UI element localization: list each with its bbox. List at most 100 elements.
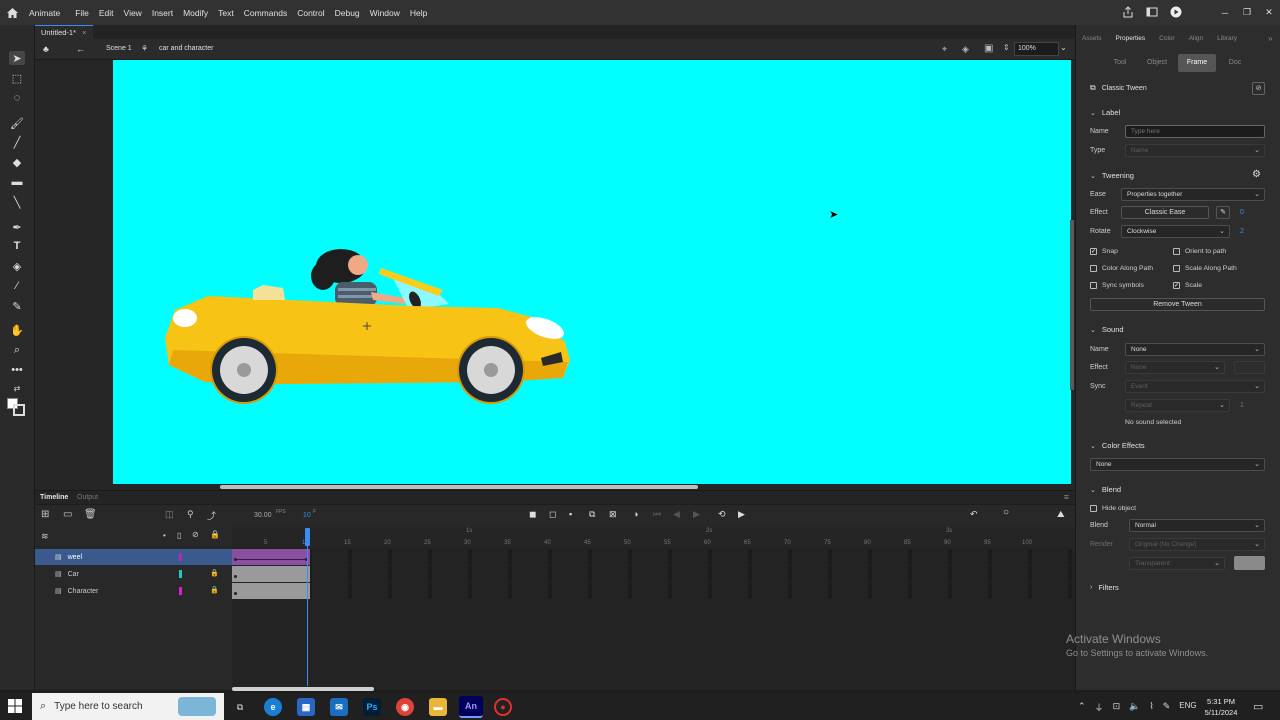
mail-icon[interactable]: ✉	[330, 698, 348, 716]
menu-control[interactable]: Control	[292, 8, 329, 18]
lock-layers-icon[interactable]: 🔒	[210, 530, 220, 539]
file-explorer-icon[interactable]: ▬	[429, 698, 447, 716]
lock-icon[interactable]: 🔒	[210, 569, 219, 577]
color-effects-section[interactable]: ⌄ Color Effects	[1090, 441, 1145, 450]
workspace-icon[interactable]	[1146, 6, 1158, 18]
menu-window[interactable]: Window	[365, 8, 405, 18]
close-icon[interactable]: ✕	[1258, 7, 1280, 18]
output-tab[interactable]: Output	[77, 494, 98, 501]
blend-dropdown[interactable]: Normal ⌄	[1129, 519, 1265, 532]
paint-brush-icon[interactable]: 🖌	[9, 116, 25, 130]
language-indicator[interactable]: ENG	[1179, 701, 1196, 714]
wifi-icon[interactable]: ⌇	[1149, 701, 1153, 714]
tab-assets[interactable]: Assets	[1075, 32, 1109, 46]
task-view-icon[interactable]: ⧉	[231, 698, 249, 716]
network-icon[interactable]: ⊡	[1113, 701, 1121, 714]
snap-checkbox[interactable]: ✓ Snap	[1090, 248, 1118, 255]
horizontal-scrollbar[interactable]	[220, 485, 698, 489]
onion-skin-icon[interactable]: ◑	[633, 509, 638, 519]
insert-frame-icon[interactable]: ▪	[569, 509, 572, 519]
playhead[interactable]	[305, 528, 310, 546]
frame-name-input[interactable]	[1125, 125, 1265, 138]
frame-row-character[interactable]	[232, 583, 1075, 599]
zoom-stepper-icon[interactable]: ⇕	[1003, 43, 1010, 52]
panel-menu-icon[interactable]: ≡	[1064, 492, 1069, 502]
type-dropdown[interactable]: Name ⌄	[1125, 144, 1265, 157]
eraser-icon[interactable]: ◆	[9, 155, 25, 169]
document-tab[interactable]: Untitled-1* ×	[35, 25, 93, 39]
step-back-icon[interactable]: ⏮	[653, 509, 661, 520]
rectangle-icon[interactable]: ▬	[9, 175, 25, 189]
subtab-doc[interactable]: Doc	[1220, 54, 1250, 72]
animate-icon[interactable]: An	[459, 696, 483, 718]
fps-value[interactable]: 30.00	[254, 512, 272, 519]
line-icon[interactable]: ╲	[9, 195, 25, 209]
hand-icon[interactable]: ✋	[9, 323, 25, 337]
swap-colors-icon[interactable]: ⇄	[9, 381, 25, 395]
filters-section[interactable]: › Filters	[1090, 583, 1119, 592]
subtab-frame[interactable]: Frame	[1178, 54, 1216, 72]
edge-icon[interactable]: e	[264, 698, 282, 716]
tray-chevron-icon[interactable]: ⌃	[1078, 701, 1086, 714]
pencil-icon[interactable]: ✎	[1216, 206, 1230, 219]
layer-row-character[interactable]: ▤ Character 🔒	[35, 583, 232, 599]
scale-along-path-checkbox[interactable]: Scale Along Path	[1173, 265, 1237, 272]
fill-color-swatch[interactable]	[13, 404, 25, 416]
store-icon[interactable]: ▦	[297, 698, 315, 716]
orient-to-path-checkbox[interactable]: Orient to path	[1173, 248, 1226, 255]
insert-keyframe-icon[interactable]: ◼	[529, 509, 536, 520]
share-icon[interactable]	[1122, 6, 1134, 18]
layer-color-chip[interactable]	[179, 570, 182, 578]
camera-icon[interactable]: ◫	[165, 509, 174, 520]
hide-object-checkbox[interactable]: Hide object	[1090, 505, 1136, 512]
repeat-number[interactable]: 1	[1240, 402, 1244, 409]
ease-dropdown[interactable]: Properties together ⌄	[1121, 188, 1265, 201]
menu-commands[interactable]: Commands	[239, 8, 292, 18]
outline-icon[interactable]: ▯	[177, 531, 181, 540]
tab-library[interactable]: Library	[1210, 32, 1244, 46]
taskbar-search[interactable]: ⌕ Type here to search	[32, 693, 224, 720]
background-color-swatch[interactable]	[1234, 556, 1265, 570]
zoom-dropdown-icon[interactable]: ⌄	[1060, 43, 1067, 52]
transparent-dropdown[interactable]: Transparent ⌄	[1129, 557, 1225, 570]
brush-icon[interactable]: ╱	[9, 135, 25, 149]
frame-span-character[interactable]	[232, 583, 310, 599]
clock[interactable]: 5:31 PM 5/11/2024	[1196, 696, 1246, 718]
step-back-frame-icon[interactable]: ◀	[673, 509, 680, 520]
lasso-icon[interactable]: ◌	[9, 91, 25, 105]
edit-ease-icon[interactable]: ⊘	[1252, 82, 1265, 95]
notification-icon[interactable]: ▭	[1253, 700, 1263, 713]
tweening-section[interactable]: ⌄ Tweening	[1090, 171, 1134, 180]
paint-bucket-icon[interactable]: ◈	[9, 259, 25, 273]
photoshop-icon[interactable]: Ps	[363, 698, 381, 716]
menu-file[interactable]: File	[70, 8, 94, 18]
label-section[interactable]: ⌄ Label	[1090, 108, 1120, 117]
blend-section[interactable]: ⌄ Blend	[1090, 485, 1121, 494]
effect-number[interactable]: 0	[1240, 209, 1244, 216]
back-arrow-icon[interactable]: ←	[76, 44, 85, 54]
collapse-panel-icon[interactable]: »	[1268, 34, 1272, 43]
frame-row-weel[interactable]	[232, 549, 1075, 565]
menu-view[interactable]: View	[119, 8, 147, 18]
sync-symbols-checkbox[interactable]: Sync symbols	[1090, 282, 1144, 289]
menu-text[interactable]: Text	[213, 8, 239, 18]
render-dropdown[interactable]: Original (No Change) ⌄	[1129, 538, 1265, 551]
remove-tween-icon[interactable]: ⊠	[609, 509, 617, 520]
sound-section[interactable]: ⌄ Sound	[1090, 325, 1124, 334]
rotate-dropdown[interactable]: Clockwise ⌄	[1121, 225, 1230, 238]
frame-row-car[interactable]	[232, 566, 1075, 582]
frame-span-car[interactable]	[232, 566, 310, 582]
rotate-number[interactable]: 2	[1240, 228, 1244, 235]
subtab-tool[interactable]: Tool	[1104, 54, 1136, 72]
home-icon[interactable]	[1, 0, 23, 25]
color-effects-dropdown[interactable]: None ⌄	[1090, 458, 1265, 471]
hide-layers-icon[interactable]: ⊘	[192, 530, 199, 539]
undo-icon[interactable]: ↶	[970, 509, 978, 520]
center-stage-icon[interactable]: ⌖	[942, 44, 947, 55]
pen-tray-icon[interactable]: ✎	[1163, 701, 1171, 714]
scene-breadcrumb[interactable]: Scene 1	[106, 45, 132, 52]
timeline-tab[interactable]: Timeline	[40, 494, 68, 501]
clip-stage-icon[interactable]: ▣	[984, 43, 993, 54]
gear-icon[interactable]: ⚙	[1252, 169, 1261, 180]
subtab-object[interactable]: Object	[1141, 54, 1173, 72]
